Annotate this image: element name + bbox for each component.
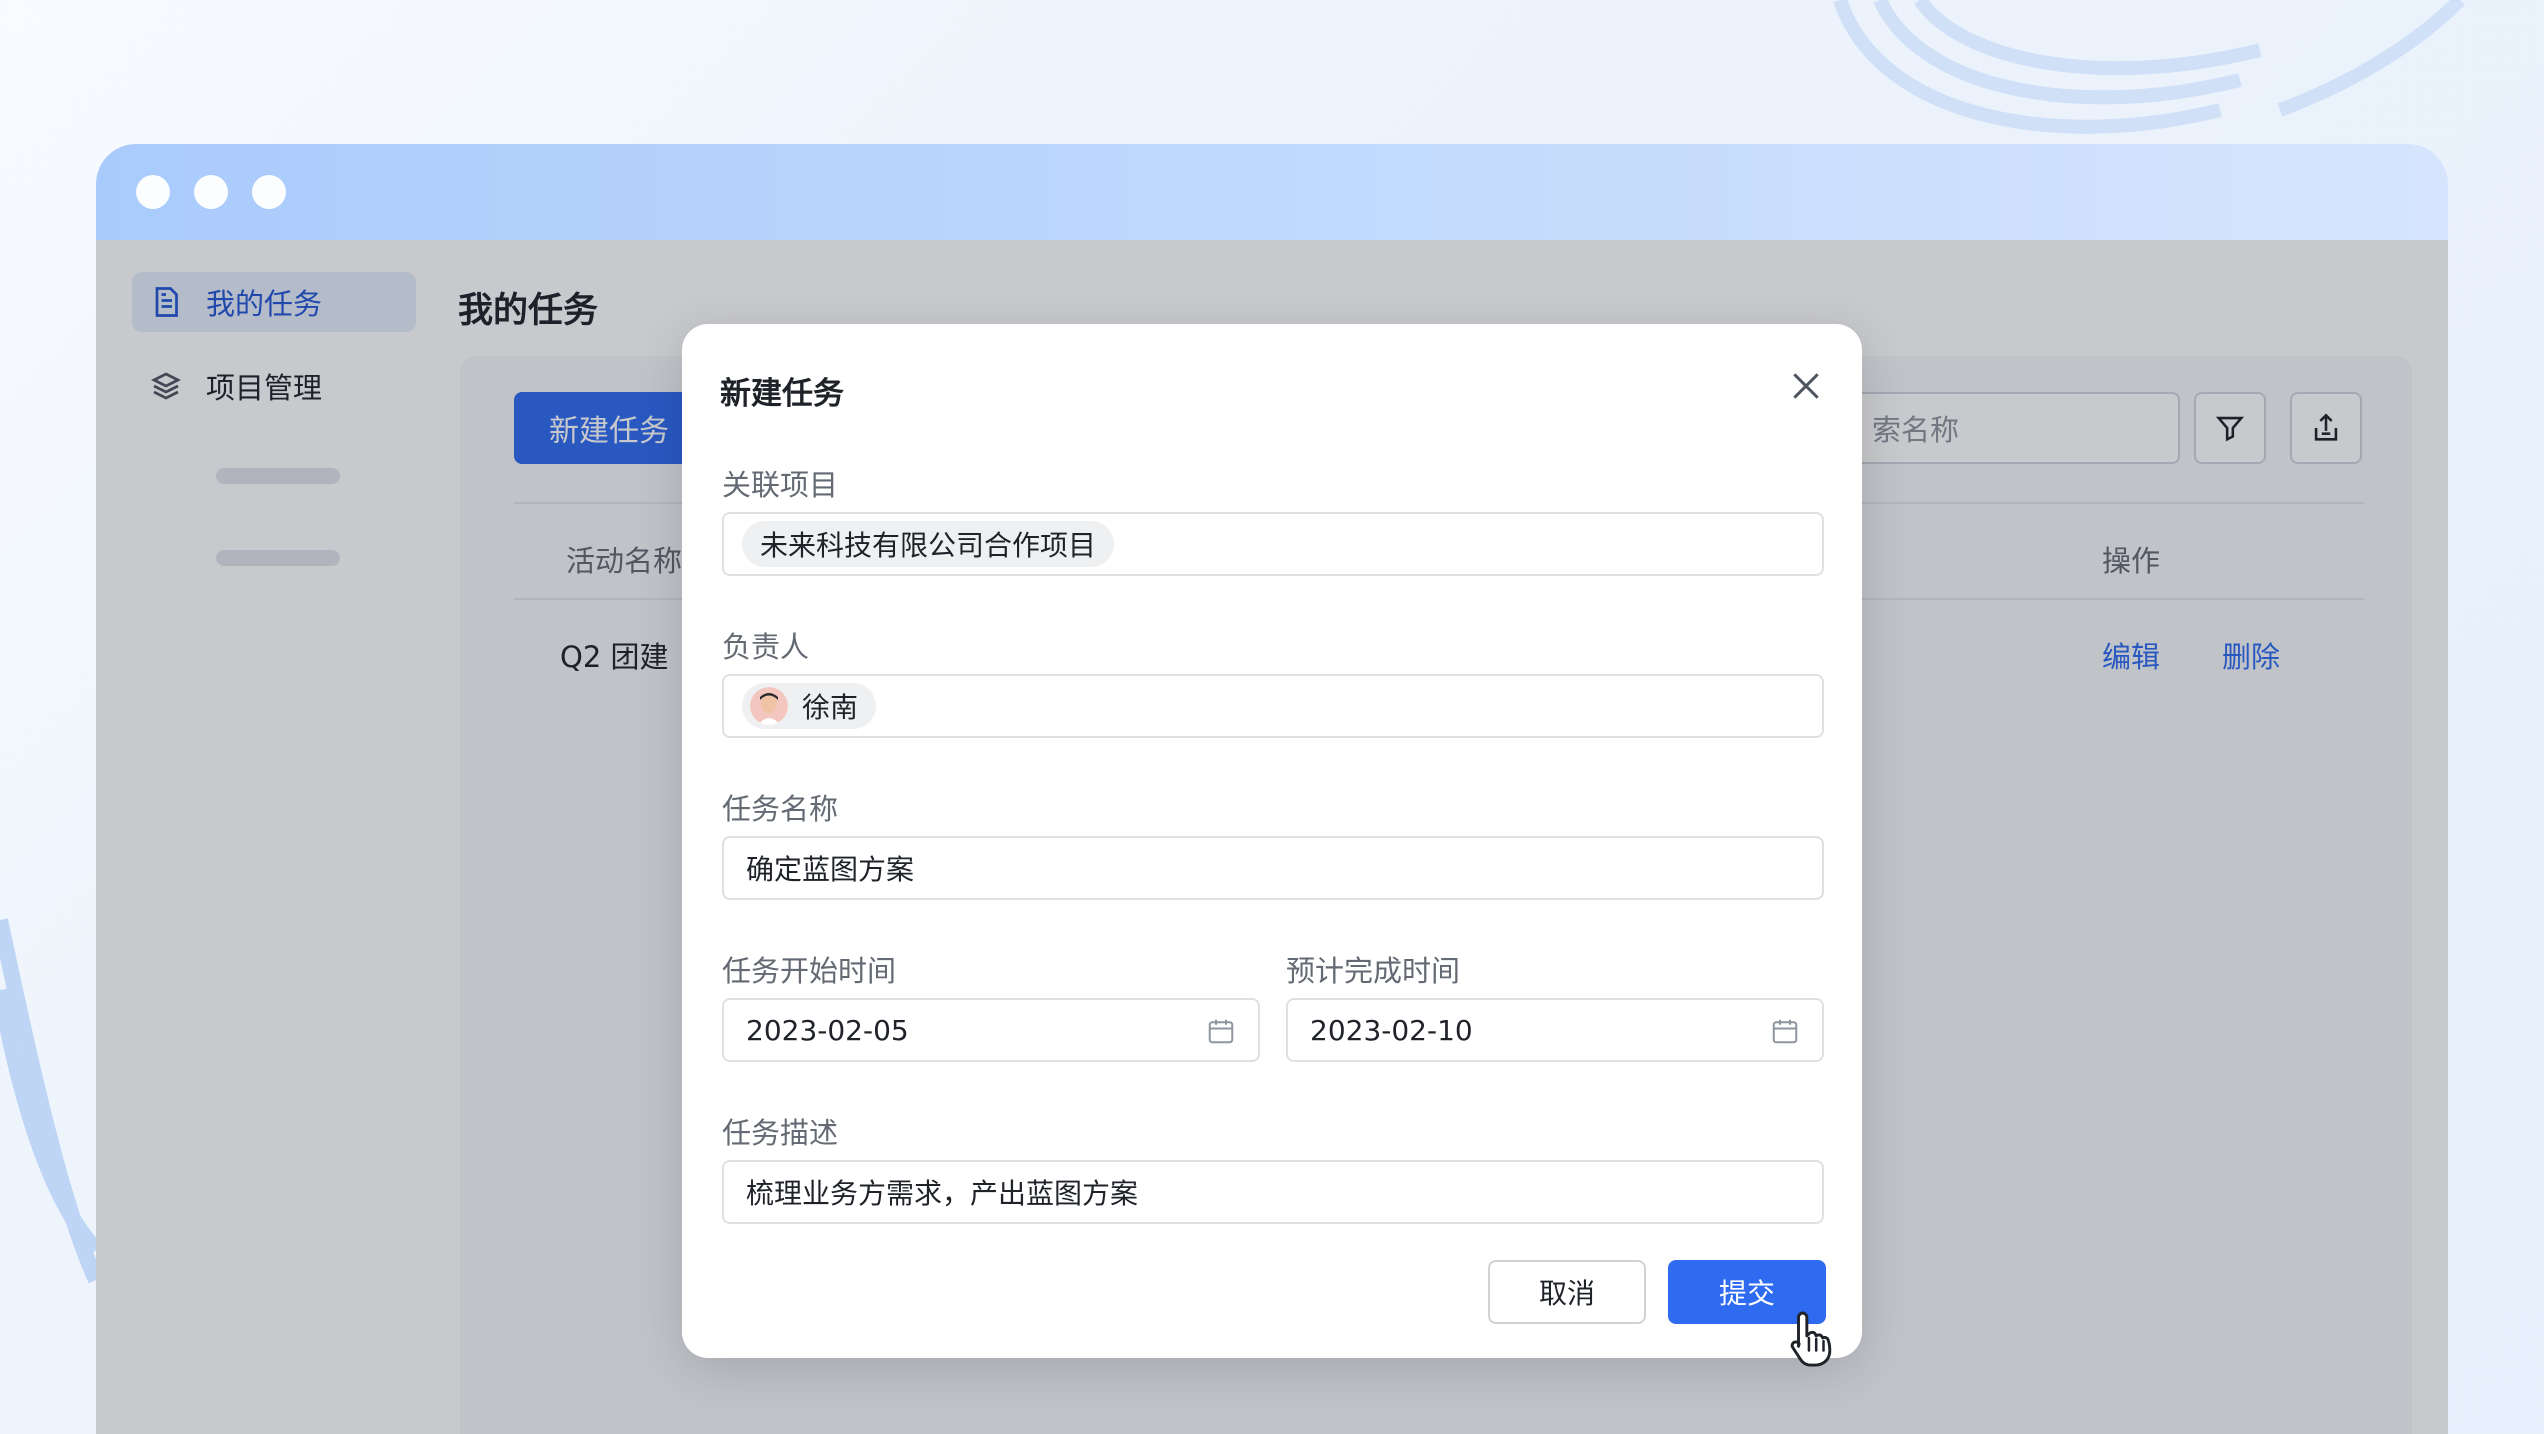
- start-date-picker[interactable]: 2023-02-05: [722, 998, 1260, 1062]
- start-date-label: 任务开始时间: [722, 954, 897, 988]
- task-name-value: 确定蓝图方案: [746, 853, 915, 886]
- new-task-dialog: 新建任务 关联项目 未来科技有限公司合作项目 负责人 徐南 任务名称 确定蓝图方…: [682, 324, 1862, 1358]
- project-tag-label: 未来科技有限公司合作项目: [760, 529, 1097, 562]
- window-dot-close[interactable]: [136, 175, 170, 209]
- owner-tag: 徐南: [742, 683, 877, 729]
- hand-cursor-icon: [1790, 1311, 1832, 1367]
- title-bar: [96, 144, 2448, 240]
- description-input[interactable]: 梳理业务方需求，产出蓝图方案: [722, 1160, 1824, 1224]
- project-tag: 未来科技有限公司合作项目: [742, 521, 1115, 567]
- avatar: [750, 687, 788, 725]
- calendar-icon[interactable]: [1770, 1016, 1800, 1046]
- dialog-title: 新建任务: [720, 376, 844, 412]
- start-date-value: 2023-02-05: [746, 1013, 909, 1047]
- end-date-value: 2023-02-10: [1310, 1013, 1473, 1047]
- close-icon[interactable]: [1786, 366, 1826, 406]
- task-name-input[interactable]: 确定蓝图方案: [722, 836, 1824, 900]
- window-dot-maximize[interactable]: [252, 175, 286, 209]
- end-date-label: 预计完成时间: [1286, 954, 1461, 988]
- description-value: 梳理业务方需求，产出蓝图方案: [746, 1177, 1139, 1210]
- project-select[interactable]: 未来科技有限公司合作项目: [722, 512, 1824, 576]
- owner-tag-label: 徐南: [802, 691, 859, 724]
- background-arcs-top: [1833, 0, 2465, 134]
- window-dot-minimize[interactable]: [194, 175, 228, 209]
- cancel-button[interactable]: 取消: [1488, 1260, 1646, 1324]
- background-arcs-left: [0, 918, 96, 1284]
- end-date-picker[interactable]: 2023-02-10: [1286, 998, 1824, 1062]
- calendar-icon[interactable]: [1206, 1016, 1236, 1046]
- owner-label: 负责人: [722, 630, 810, 664]
- project-label: 关联项目: [722, 468, 839, 502]
- task-name-label: 任务名称: [722, 792, 839, 826]
- description-label: 任务描述: [722, 1116, 839, 1150]
- owner-select[interactable]: 徐南: [722, 674, 1824, 738]
